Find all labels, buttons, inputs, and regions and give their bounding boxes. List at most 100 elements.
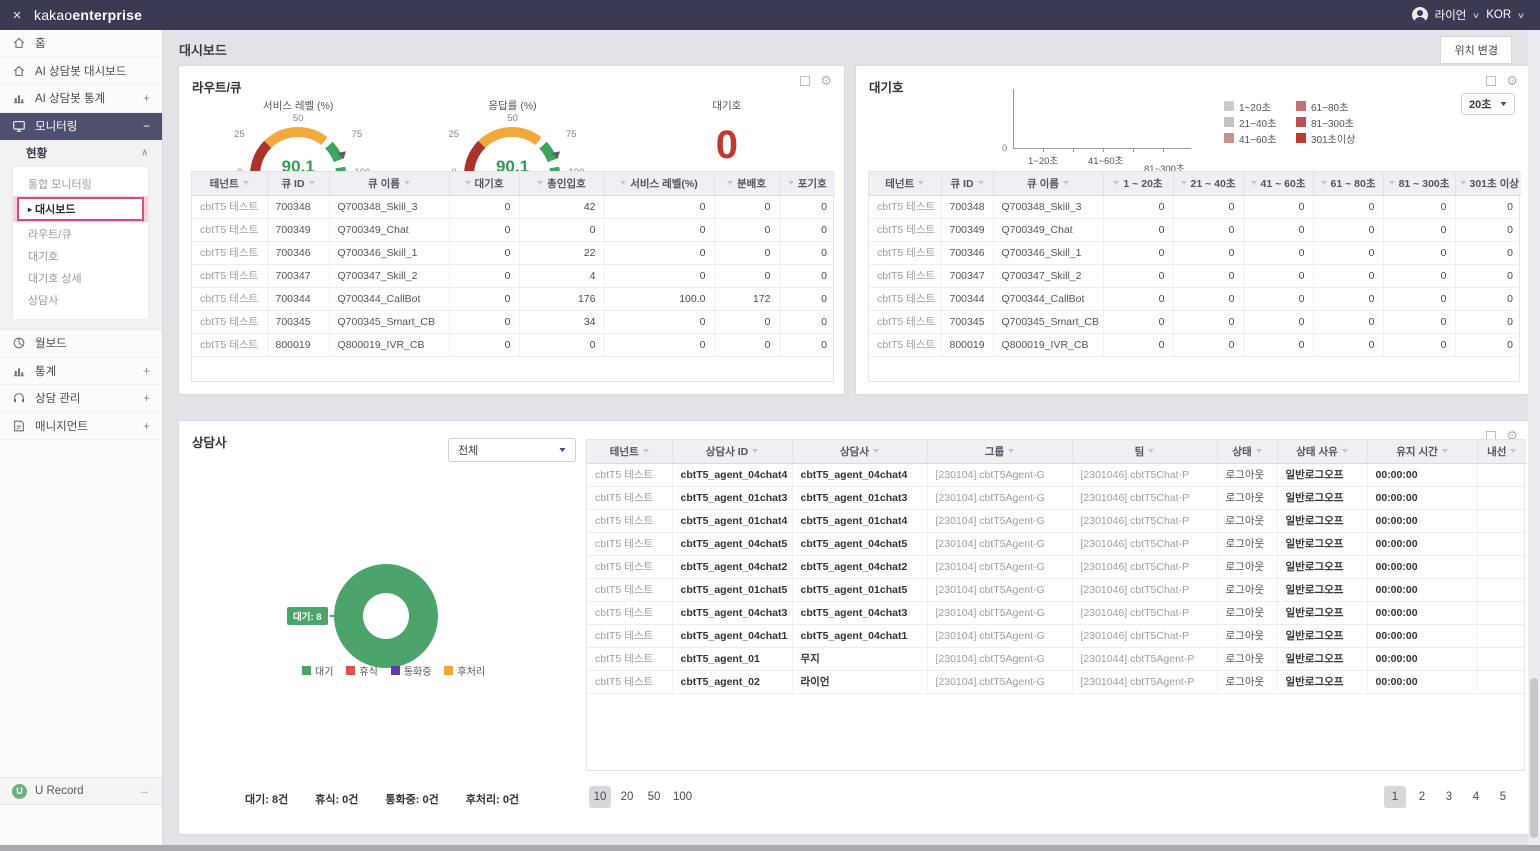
filter-icon[interactable] — [1008, 449, 1014, 453]
filter-icon[interactable] — [1148, 449, 1154, 453]
filter-icon[interactable] — [1460, 181, 1466, 185]
table-row[interactable]: cbtT5 테스트 700347 Q700347_Skill_2 0 0 0 0… — [869, 264, 1521, 287]
filter-icon[interactable] — [404, 181, 410, 185]
page-number[interactable]: 2 — [1411, 786, 1433, 808]
submenu-item-dashboard-selected[interactable]: ▸ 대시보드 — [13, 196, 148, 222]
col-team[interactable]: 팀 — [1072, 440, 1217, 463]
submenu-item-waiting-calls-detail[interactable]: 대기호 상세 — [13, 267, 148, 289]
chevron-up-icon[interactable]: ∧ — [141, 147, 148, 158]
expand-plus-icon[interactable]: + — [143, 391, 150, 405]
table-row[interactable]: cbtT5 테스트 700348 Q700348_Skill_3 0 0 0 0… — [869, 195, 1521, 218]
col-queue-id[interactable]: 큐 ID — [267, 172, 329, 195]
filter-icon[interactable] — [873, 449, 879, 453]
col-total-inbound[interactable]: 총인입호 — [519, 172, 604, 195]
col-duration[interactable]: 유지 시간 — [1367, 440, 1477, 463]
u-record-link[interactable]: U U Record → — [0, 777, 162, 805]
page-number[interactable]: 1 — [1384, 786, 1406, 808]
col-tenant[interactable]: 테넌트 — [869, 172, 941, 195]
sidebar-item-wallboard[interactable]: 월보드 — [0, 330, 162, 358]
col-abandoned[interactable]: 포기호 — [779, 172, 835, 195]
filter-icon[interactable] — [1442, 449, 1448, 453]
table-row[interactable]: cbtT5 테스트 800019 Q800019_IVR_CB 0 0 0 0 … — [869, 333, 1521, 356]
table-row[interactable]: cbtT5 테스트 cbtT5_agent_04chat2 cbtT5_agen… — [587, 555, 1526, 578]
col-agent-id[interactable]: 상담사 ID — [672, 440, 792, 463]
col-tenant[interactable]: 테넌트 — [587, 440, 672, 463]
page-number[interactable]: 3 — [1438, 786, 1460, 808]
table-row[interactable]: cbtT5 테스트 800019 Q800019_IVR_CB 0 0 0 0 … — [192, 333, 835, 356]
sidebar-item-counsel-management[interactable]: 상담 관리 + — [0, 385, 162, 413]
maximize-icon[interactable] — [1486, 76, 1496, 86]
filter-icon[interactable] — [1342, 449, 1348, 453]
filter-icon[interactable] — [752, 449, 758, 453]
expand-plus-icon[interactable]: + — [143, 419, 150, 433]
submenu-item-route-queue[interactable]: 라우트/큐 — [13, 223, 148, 245]
table-row[interactable]: cbtT5 테스트 cbtT5_agent_01chat4 cbtT5_agen… — [587, 509, 1526, 532]
submenu-item-agents[interactable]: 상담사 — [13, 289, 148, 311]
user-name[interactable]: 라이언 — [1435, 7, 1467, 23]
filter-icon[interactable] — [1510, 449, 1516, 453]
filter-icon[interactable] — [537, 181, 543, 185]
expand-plus-icon[interactable]: + — [143, 364, 150, 378]
col-81-300s[interactable]: 81 ~ 300초 — [1383, 172, 1455, 195]
col-waiting[interactable]: 대기호 — [449, 172, 519, 195]
submenu-item-waiting-calls[interactable]: 대기호 — [13, 245, 148, 267]
collapse-minus-icon[interactable]: − — [143, 119, 150, 133]
chevron-down-icon[interactable]: ∨ — [1517, 11, 1525, 20]
locale-selector[interactable]: KOR — [1486, 9, 1511, 21]
page-size-option[interactable]: 20 — [616, 786, 638, 808]
table-row[interactable]: cbtT5 테스트 700346 Q700346_Skill_1 0 0 0 0… — [869, 241, 1521, 264]
col-61-80s[interactable]: 61 ~ 80초 — [1313, 172, 1383, 195]
col-1-20s[interactable]: 1 ~ 20초 — [1103, 172, 1173, 195]
table-row[interactable]: cbtT5 테스트 cbtT5_agent_04chat4 cbtT5_agen… — [587, 463, 1526, 486]
table-row[interactable]: cbtT5 테스트 700348 Q700348_Skill_3 0 42 0 … — [192, 195, 835, 218]
col-extension[interactable]: 내선 — [1477, 440, 1526, 463]
filter-icon[interactable] — [978, 181, 984, 185]
table-row[interactable]: cbtT5 테스트 700346 Q700346_Skill_1 0 22 0 … — [192, 241, 835, 264]
col-tenant[interactable]: 테넌트 — [192, 172, 267, 195]
table-row[interactable]: cbtT5 테스트 700345 Q700345_Smart_CB 0 34 0… — [192, 310, 835, 333]
filter-icon[interactable] — [243, 181, 249, 185]
submenu-item-integrated-monitoring[interactable]: 통합 모니터링 — [13, 173, 148, 195]
filter-icon[interactable] — [918, 181, 924, 185]
filter-icon[interactable] — [643, 449, 649, 453]
filter-icon[interactable] — [465, 181, 471, 185]
sidebar-item-stats[interactable]: 통계 + — [0, 358, 162, 386]
col-service-level[interactable]: 서비스 레벨(%) — [604, 172, 714, 195]
close-icon[interactable]: × — [0, 7, 34, 24]
gear-icon[interactable]: ⚙ — [1506, 76, 1518, 86]
col-41-60s[interactable]: 41 ~ 60초 — [1243, 172, 1313, 195]
table-row[interactable]: cbtT5 테스트 700349 Q700349_Chat 0 0 0 0 0 … — [869, 218, 1521, 241]
table-row[interactable]: cbtT5 테스트 700349 Q700349_Chat 0 0 0 0 0 — [192, 218, 835, 241]
col-status[interactable]: 상태 — [1217, 440, 1277, 463]
maximize-icon[interactable] — [800, 76, 810, 86]
agent-filter-dropdown[interactable]: 전체 ▼ — [448, 438, 576, 462]
table-row[interactable]: cbtT5 테스트 cbtT5_agent_04chat5 cbtT5_agen… — [587, 532, 1526, 555]
filter-icon[interactable] — [620, 181, 626, 185]
filter-icon[interactable] — [1113, 181, 1119, 185]
filter-icon[interactable] — [788, 181, 794, 185]
col-queue-name[interactable]: 큐 이름 — [993, 172, 1103, 195]
interval-dropdown[interactable]: 20초 ▼ — [1461, 93, 1515, 115]
page-size-option[interactable]: 100 — [670, 786, 695, 808]
col-queue-id[interactable]: 큐 ID — [941, 172, 993, 195]
expand-plus-icon[interactable]: + — [143, 91, 150, 105]
filter-icon[interactable] — [1389, 181, 1395, 185]
filter-icon[interactable] — [309, 181, 315, 185]
sidebar-item-management[interactable]: 매니지먼트 + — [0, 413, 162, 441]
chevron-down-icon[interactable]: ∨ — [1472, 11, 1480, 20]
filter-icon[interactable] — [1181, 181, 1187, 185]
table-row[interactable]: cbtT5 테스트 700345 Q700345_Smart_CB 0 0 0 … — [869, 310, 1521, 333]
col-21-40s[interactable]: 21 ~ 40초 — [1173, 172, 1243, 195]
page-number[interactable]: 4 — [1465, 786, 1487, 808]
table-row[interactable]: cbtT5 테스트 700347 Q700347_Skill_2 0 4 0 0… — [192, 264, 835, 287]
table-row[interactable]: cbtT5 테스트 cbtT5_agent_01 무지 [230104] cbt… — [587, 647, 1526, 670]
sidebar-item-ai-bot-dashboard[interactable]: AI 상담봇 대시보드 — [0, 58, 162, 86]
col-agent-name[interactable]: 상담사 — [792, 440, 927, 463]
filter-icon[interactable] — [1251, 181, 1257, 185]
col-distributed[interactable]: 분배호 — [714, 172, 779, 195]
sidebar-item-home[interactable]: 홈 — [0, 30, 162, 58]
table-row[interactable]: cbtT5 테스트 cbtT5_agent_04chat1 cbtT5_agen… — [587, 624, 1526, 647]
scrollbar-thumb[interactable] — [1530, 678, 1538, 838]
filter-icon[interactable] — [1063, 181, 1069, 185]
vertical-scrollbar[interactable] — [1528, 30, 1540, 845]
